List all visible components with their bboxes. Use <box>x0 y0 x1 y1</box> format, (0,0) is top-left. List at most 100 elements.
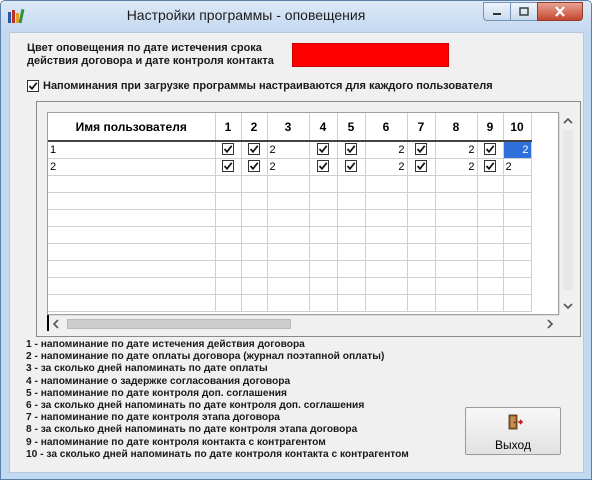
horizontal-scroll-thumb[interactable] <box>67 319 291 329</box>
empty-row <box>48 192 532 210</box>
checkmark-icon <box>416 145 426 153</box>
empty-cell <box>477 294 504 312</box>
users-grid[interactable]: Имя пользователя 1 2 3 4 5 6 7 8 9 10 1222222222 <box>47 112 559 315</box>
column-header-1[interactable]: 1 <box>215 113 242 142</box>
legend-item: 10 - за сколько дней напоминать по дате … <box>26 448 409 460</box>
empty-cell <box>407 209 436 227</box>
column-header-6[interactable]: 6 <box>365 113 408 142</box>
checkbox-cell[interactable] <box>407 158 436 176</box>
checkbox-cell[interactable] <box>215 158 242 176</box>
reminder-checkbox[interactable] <box>484 142 496 155</box>
value-cell[interactable]: 2 <box>365 158 408 176</box>
alert-color-swatch[interactable] <box>292 43 449 67</box>
checkbox-cell[interactable] <box>241 158 268 176</box>
empty-cell <box>435 226 478 244</box>
minimize-icon <box>493 12 501 15</box>
checkmark-icon <box>249 161 259 170</box>
column-header-3[interactable]: 3 <box>267 113 310 142</box>
column-header-user[interactable]: Имя пользователя <box>48 113 216 142</box>
checkbox-cell[interactable] <box>309 141 338 159</box>
table-row[interactable]: 2 2 2 2 2 <box>48 158 532 176</box>
checkbox-cell[interactable] <box>407 141 436 159</box>
per-user-checkbox-row[interactable]: Напоминания при загрузке программы настр… <box>27 80 493 92</box>
empty-cell <box>309 260 338 278</box>
vertical-scroll-thumb[interactable] <box>563 130 573 290</box>
exit-button[interactable]: Выход <box>465 407 561 455</box>
legend-item: 2 - напоминание по дате оплаты договора … <box>26 351 385 363</box>
value-cell[interactable]: 2 <box>365 141 408 159</box>
column-header-8[interactable]: 8 <box>435 113 478 142</box>
empty-cell <box>48 277 216 295</box>
empty-row <box>48 209 532 227</box>
value-cell[interactable]: 2 <box>503 141 532 159</box>
grid-vertical-scrollbar[interactable] <box>559 112 575 315</box>
reminder-checkbox[interactable] <box>345 159 357 172</box>
empty-cell <box>48 226 216 244</box>
user-name-cell[interactable]: 2 <box>48 158 216 176</box>
reminder-checkbox[interactable] <box>317 159 329 172</box>
checkbox-cell[interactable] <box>337 141 366 159</box>
scroll-up-icon[interactable] <box>560 114 576 128</box>
checkbox-cell[interactable] <box>309 158 338 176</box>
minimize-button[interactable] <box>483 2 511 21</box>
checkmark-icon <box>485 161 495 170</box>
grid-horizontal-scrollbar[interactable] <box>47 315 559 331</box>
checkbox-cell[interactable] <box>477 141 504 159</box>
empty-cell <box>337 209 366 227</box>
empty-cell <box>407 294 436 312</box>
reminder-checkbox[interactable] <box>484 159 496 172</box>
reminder-checkbox[interactable] <box>415 142 427 155</box>
empty-cell <box>365 209 408 227</box>
empty-cell <box>503 175 532 193</box>
empty-cell <box>48 209 216 227</box>
empty-cell <box>267 243 310 261</box>
checkbox-cell[interactable] <box>241 141 268 159</box>
table-row[interactable]: 1 2 2 2 2 <box>48 140 532 159</box>
value-cell[interactable]: 2 <box>267 141 310 159</box>
empty-cell <box>477 209 504 227</box>
user-name-cell[interactable]: 1 <box>48 140 216 159</box>
reminder-checkbox[interactable] <box>248 159 260 172</box>
value-cell[interactable]: 2 <box>503 158 532 176</box>
reminder-checkbox[interactable] <box>248 142 260 155</box>
per-user-checkbox[interactable] <box>27 80 39 92</box>
reminder-checkbox[interactable] <box>317 142 329 155</box>
empty-cell <box>241 226 268 244</box>
value-cell[interactable]: 2 <box>267 158 310 176</box>
empty-cell <box>365 192 408 210</box>
empty-cell <box>435 192 478 210</box>
column-header-5[interactable]: 5 <box>337 113 366 142</box>
scroll-right-icon[interactable] <box>543 316 557 332</box>
empty-cell <box>365 175 408 193</box>
value-cell[interactable]: 2 <box>435 158 478 176</box>
empty-row <box>48 294 532 312</box>
empty-cell <box>309 277 338 295</box>
checkbox-cell[interactable] <box>337 158 366 176</box>
column-header-2[interactable]: 2 <box>241 113 268 142</box>
title-bar[interactable]: Настройки программы - оповещения <box>1 1 591 31</box>
empty-cell <box>435 260 478 278</box>
empty-cell <box>48 175 216 193</box>
empty-cell <box>503 260 532 278</box>
checkbox-cell[interactable] <box>215 141 242 159</box>
column-header-10[interactable]: 10 <box>503 113 532 142</box>
close-button[interactable] <box>537 2 583 21</box>
checkmark-icon <box>223 145 233 153</box>
reminder-checkbox[interactable] <box>222 159 234 172</box>
legend-item: 6 - за сколько дней напоминать по дате к… <box>26 400 365 412</box>
maximize-button[interactable] <box>510 2 538 21</box>
value-cell[interactable]: 2 <box>435 141 478 159</box>
empty-cell <box>365 243 408 261</box>
maximize-icon <box>519 7 529 16</box>
scroll-down-icon[interactable] <box>560 299 576 313</box>
column-header-4[interactable]: 4 <box>309 113 338 142</box>
checkbox-cell[interactable] <box>477 158 504 176</box>
legend-item: 4 - напоминание о задержке согласования … <box>26 375 291 387</box>
column-header-9[interactable]: 9 <box>477 113 504 142</box>
reminder-checkbox[interactable] <box>345 142 357 155</box>
empty-row <box>48 243 532 261</box>
reminder-checkbox[interactable] <box>415 159 427 172</box>
reminder-checkbox[interactable] <box>222 142 234 155</box>
scroll-left-icon[interactable] <box>49 316 63 332</box>
column-header-7[interactable]: 7 <box>407 113 436 142</box>
